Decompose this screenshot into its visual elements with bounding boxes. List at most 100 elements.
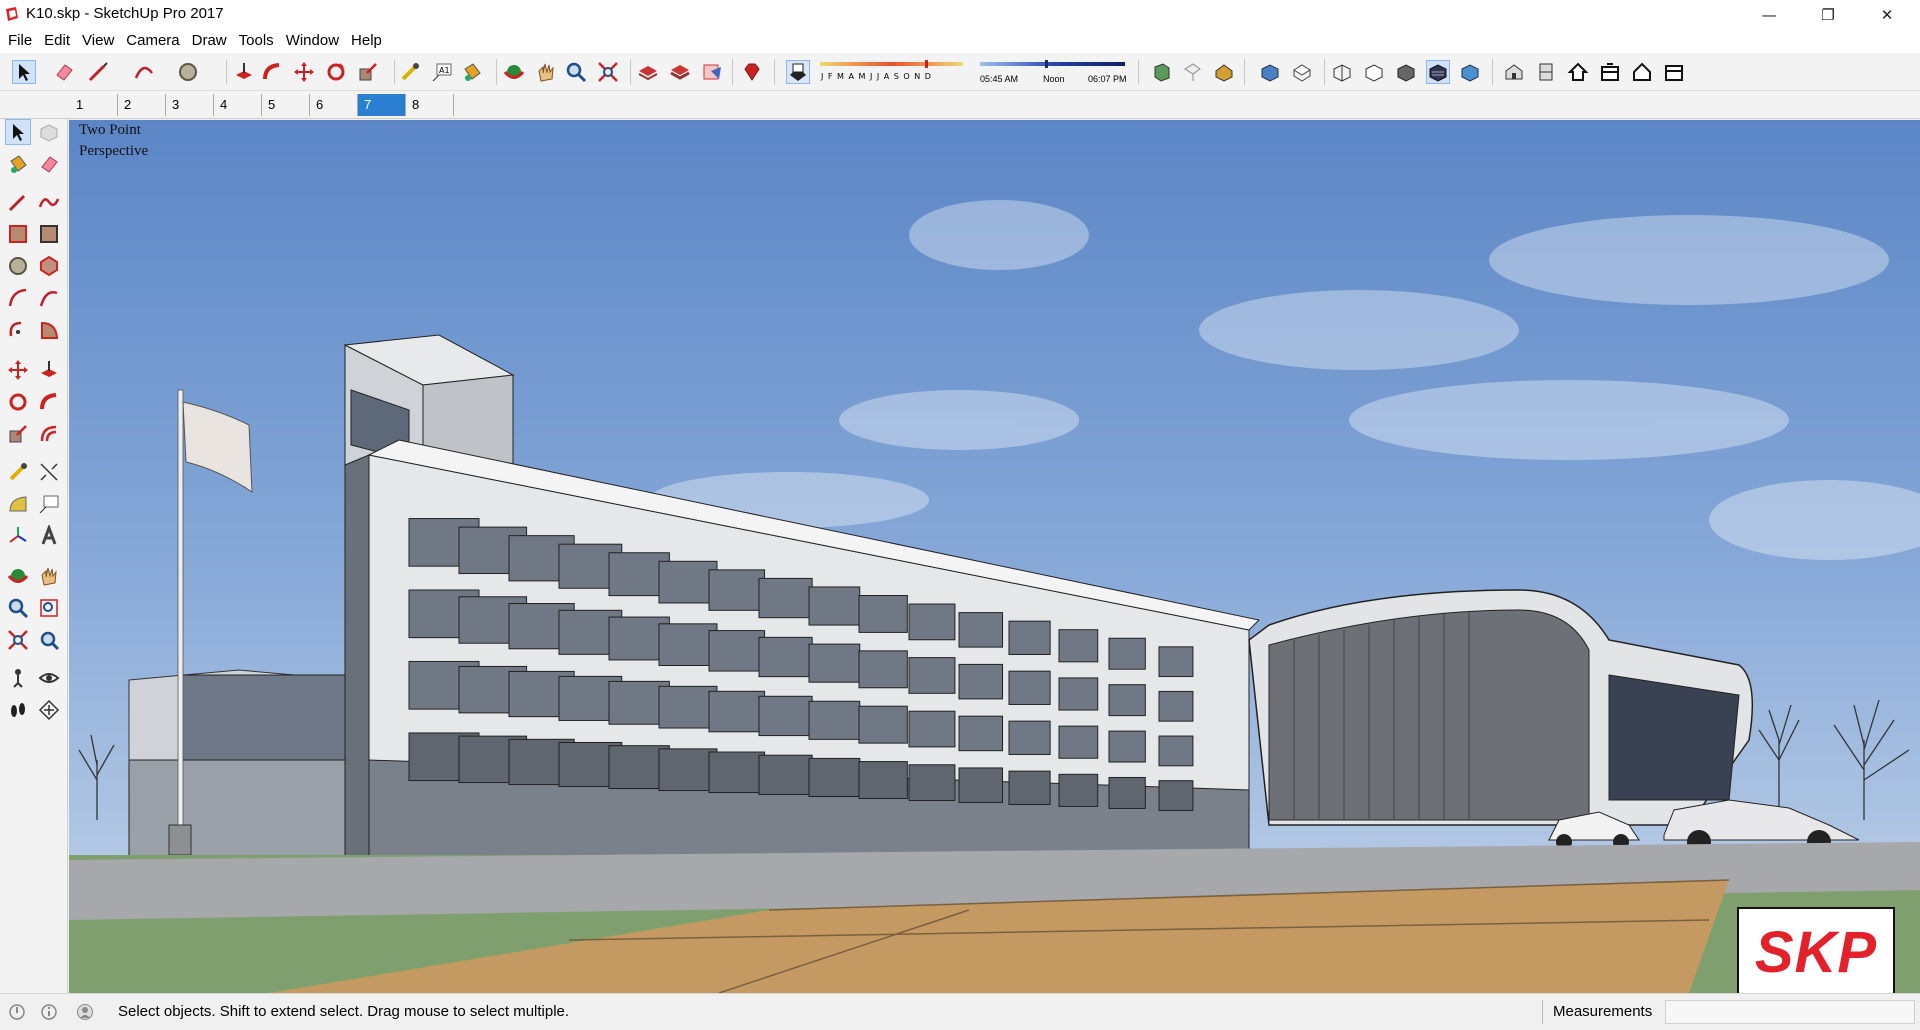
section-plane-icon[interactable] xyxy=(36,697,62,723)
shaded-icon[interactable] xyxy=(1394,60,1418,84)
3d-text-icon[interactable] xyxy=(36,523,62,549)
menu-tools[interactable]: Tools xyxy=(233,29,280,53)
right-view-icon[interactable] xyxy=(1598,60,1622,84)
menu-draw[interactable]: Draw xyxy=(186,29,233,53)
scene-tab-8[interactable]: 8 xyxy=(406,94,454,116)
scene-tab-2[interactable]: 2 xyxy=(118,94,166,116)
scene-tab-7[interactable]: 7 xyxy=(358,94,406,116)
maximize-button[interactable]: ❐ xyxy=(1805,0,1851,29)
menu-file[interactable]: File xyxy=(2,29,38,53)
top-view-icon[interactable] xyxy=(1290,60,1314,84)
iso-view-icon[interactable] xyxy=(1258,60,1282,84)
move-icon[interactable] xyxy=(292,60,316,84)
arc-icon[interactable] xyxy=(5,285,31,311)
tape-icon[interactable] xyxy=(5,459,31,485)
arc-icon[interactable] xyxy=(132,60,156,84)
protractor-icon[interactable] xyxy=(5,491,31,517)
toolbar-separator xyxy=(1324,59,1325,85)
look-around-icon[interactable] xyxy=(36,665,62,691)
paint-icon[interactable] xyxy=(5,151,31,177)
model-viewport[interactable]: Two Point Perspective SKP xyxy=(69,120,1920,993)
zoom-icon[interactable] xyxy=(5,595,31,621)
warehouse-icon[interactable] xyxy=(636,60,660,84)
scene-tab-1[interactable]: 1 xyxy=(70,94,118,116)
two-point-arc-icon[interactable] xyxy=(36,285,62,311)
geolocation-icon[interactable] xyxy=(8,1003,26,1021)
minimize-button[interactable]: — xyxy=(1746,0,1792,29)
line-icon[interactable] xyxy=(5,189,31,215)
zoom-extents-icon[interactable] xyxy=(596,60,620,84)
circle-icon[interactable] xyxy=(5,253,31,279)
textured-icon[interactable] xyxy=(1426,60,1450,84)
scale-icon[interactable] xyxy=(356,60,380,84)
tape-icon[interactable] xyxy=(398,60,422,84)
extension-warehouse-icon[interactable] xyxy=(668,60,692,84)
axes-icon[interactable] xyxy=(5,523,31,549)
zoom-window-icon[interactable] xyxy=(36,595,62,621)
rotate-icon[interactable] xyxy=(324,60,348,84)
zoom-icon[interactable] xyxy=(564,60,588,84)
standard-iso-icon[interactable] xyxy=(1502,60,1526,84)
eraser-icon[interactable] xyxy=(52,60,76,84)
building-window xyxy=(1108,730,1146,763)
component-icon[interactable] xyxy=(36,119,62,145)
xray-icon[interactable] xyxy=(1150,60,1174,84)
circle-icon[interactable] xyxy=(176,60,200,84)
wireframe-icon[interactable] xyxy=(1330,60,1354,84)
rotate-icon[interactable] xyxy=(5,389,31,415)
left-view-icon[interactable] xyxy=(1662,60,1686,84)
credits-icon[interactable] xyxy=(40,1003,58,1021)
walk-icon[interactable] xyxy=(5,697,31,723)
previous-view-icon[interactable] xyxy=(36,627,62,653)
user-account-icon[interactable] xyxy=(76,1003,94,1021)
scene-tab-5[interactable]: 5 xyxy=(262,94,310,116)
eraser-icon[interactable] xyxy=(36,151,62,177)
select-icon[interactable] xyxy=(12,60,36,84)
move-icon[interactable] xyxy=(5,357,31,383)
text-icon[interactable] xyxy=(36,491,62,517)
pie-icon[interactable] xyxy=(36,317,62,343)
dimension-icon[interactable] xyxy=(36,459,62,485)
rectangle-icon[interactable] xyxy=(5,221,31,247)
hiddenline-icon[interactable] xyxy=(1362,60,1386,84)
scale-icon[interactable] xyxy=(5,421,31,447)
back-view-icon[interactable] xyxy=(1630,60,1654,84)
menu-help[interactable]: Help xyxy=(345,29,388,53)
followme-icon[interactable] xyxy=(260,60,284,84)
pan-icon[interactable] xyxy=(36,563,62,589)
rotated-rect-icon[interactable] xyxy=(36,221,62,247)
front-view-icon[interactable] xyxy=(1566,60,1590,84)
zoom-extents-icon[interactable] xyxy=(5,627,31,653)
scene-tab-3[interactable]: 3 xyxy=(166,94,214,116)
three-point-arc-icon[interactable] xyxy=(5,317,31,343)
building-window xyxy=(1008,720,1051,755)
scene-tab-6[interactable]: 6 xyxy=(310,94,358,116)
pan-icon[interactable] xyxy=(534,60,558,84)
polygon-icon[interactable] xyxy=(36,253,62,279)
scene-tab-4[interactable]: 4 xyxy=(214,94,262,116)
ruby-icon[interactable] xyxy=(740,60,764,84)
menu-window[interactable]: Window xyxy=(280,29,345,53)
menu-view[interactable]: View xyxy=(76,29,120,53)
position-camera-icon[interactable] xyxy=(5,665,31,691)
followme-icon[interactable] xyxy=(36,389,62,415)
offset-icon[interactable] xyxy=(36,421,62,447)
freehand-icon[interactable] xyxy=(36,189,62,215)
pushpull-icon[interactable] xyxy=(232,60,256,84)
pushpull-icon[interactable] xyxy=(36,357,62,383)
select-icon[interactable] xyxy=(5,119,31,145)
standard-top-icon[interactable] xyxy=(1534,60,1558,84)
orbit-icon[interactable] xyxy=(502,60,526,84)
layout-icon[interactable] xyxy=(700,60,724,84)
monochrome-icon[interactable] xyxy=(1458,60,1482,84)
text-icon[interactable]: A1 xyxy=(430,60,454,84)
menu-camera[interactable]: Camera xyxy=(120,29,185,53)
backedges-icon[interactable] xyxy=(1180,60,1204,84)
menu-edit[interactable]: Edit xyxy=(38,29,76,53)
close-button[interactable]: ✕ xyxy=(1864,0,1910,29)
soften-icon[interactable] xyxy=(1212,60,1236,84)
measurements-input[interactable] xyxy=(1665,1000,1915,1024)
line-icon[interactable] xyxy=(86,60,110,84)
orbit-icon[interactable] xyxy=(5,563,31,589)
paint-icon[interactable] xyxy=(460,60,484,84)
